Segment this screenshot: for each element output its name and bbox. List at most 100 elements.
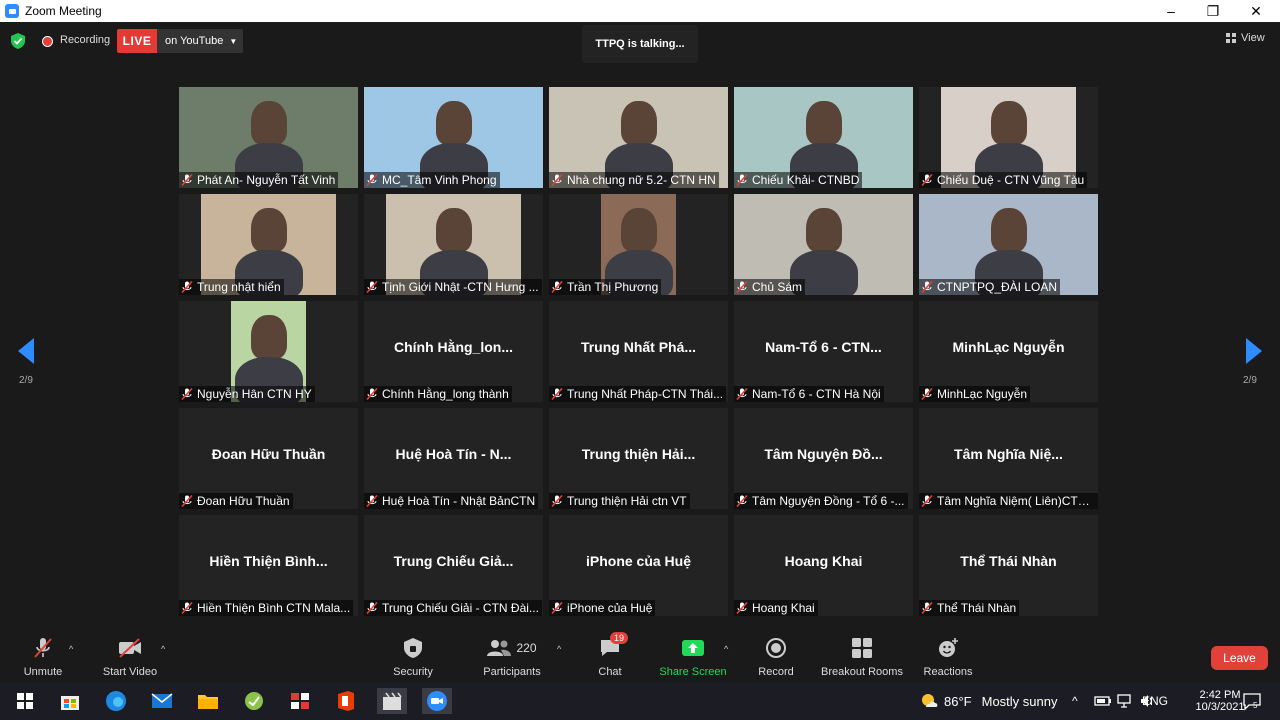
- media-app-icon[interactable]: [377, 688, 407, 714]
- sun-cloud-icon: [922, 694, 938, 707]
- participant-tile[interactable]: Trung nhật hiển: [179, 194, 358, 295]
- clock[interactable]: 2:42 PM 10/3/2021: [1196, 682, 1245, 720]
- participant-name-label: Trung Nhất Pháp-CTN Thái...: [549, 386, 727, 402]
- participant-tile[interactable]: Nguyễn Hân CTN HY: [179, 301, 358, 402]
- view-button[interactable]: View: [1226, 32, 1265, 44]
- participant-tile[interactable]: Trung Chiếu Giả... Trung Chiếu Giải - CTN…: [364, 515, 543, 616]
- participant-name: Nhà chung nữ 5.2- CTN HN: [567, 173, 716, 187]
- participants-icon: [487, 640, 512, 656]
- muted-mic-icon: [736, 388, 748, 400]
- participant-name: MinhLạc Nguyễn: [937, 387, 1028, 401]
- share-options-caret-icon[interactable]: ^: [724, 644, 728, 654]
- muted-mic-icon: [181, 495, 193, 507]
- participant-name: Nguyễn Hân CTN HY: [197, 387, 312, 401]
- participant-tile[interactable]: Nhà chung nữ 5.2- CTN HN: [549, 87, 728, 188]
- recording-label[interactable]: Recording: [60, 34, 110, 46]
- participant-tile[interactable]: Chiếu Duệ - CTN Vũng Tàu: [919, 87, 1098, 188]
- audio-options-caret-icon[interactable]: ^: [69, 644, 73, 654]
- participant-tile[interactable]: iPhone của Huệ iPhone của Huệ: [549, 515, 728, 616]
- participant-display-name: MinhLạc Nguyễn: [952, 339, 1065, 355]
- reactions-button[interactable]: Reactions: [920, 636, 976, 678]
- green-app-icon[interactable]: [241, 688, 267, 714]
- show-hidden-icons-chevron-icon[interactable]: ^: [1072, 682, 1078, 720]
- participant-tile[interactable]: CTNPTPQ_ĐÀI LOAN: [919, 194, 1098, 295]
- unmute-button[interactable]: Unmute: [18, 636, 68, 678]
- zoom-logo-icon: [5, 4, 19, 18]
- participants-button[interactable]: 220 Participants: [478, 636, 546, 678]
- participant-name: Huệ Hoà Tín - Nhật BảnCTN: [382, 494, 536, 508]
- participant-name: Chiếu Khải- CTNBD: [752, 173, 860, 187]
- security-label: Security: [393, 666, 433, 678]
- participant-tile[interactable]: Tâm Nguyện Đồ... Tâm Nguyện Đồng - Tổ 6 -…: [734, 408, 913, 509]
- participant-silhouette: [250, 315, 287, 359]
- participant-tile[interactable]: Đoan Hữu Thuần Đoan Hữu Thuần: [179, 408, 358, 509]
- muted-mic-icon: [921, 495, 933, 507]
- office-icon[interactable]: [333, 688, 359, 714]
- participant-name: Chính Hằng_long thành: [382, 387, 509, 401]
- participant-name: Thể Thái Nhàn: [937, 601, 1017, 615]
- title-bar: Zoom Meeting – ❐ ✕: [0, 0, 1280, 22]
- minimize-button[interactable]: –: [1150, 0, 1192, 22]
- maximize-button[interactable]: ❐: [1192, 0, 1234, 22]
- security-shield-icon[interactable]: [11, 33, 25, 49]
- previous-page-arrow-icon[interactable]: [18, 338, 34, 364]
- participant-tile[interactable]: MC_Tâm Vinh Phong: [364, 87, 543, 188]
- participant-silhouette: [435, 208, 472, 252]
- participant-tile[interactable]: Chủ Sám: [734, 194, 913, 295]
- weather-widget[interactable]: 86°F Mostly sunny: [920, 682, 1057, 720]
- participant-display-name: Hiền Thiện Bình...: [209, 553, 328, 569]
- participant-tile[interactable]: Huệ Hoà Tín - N... Huệ Hoà Tín - Nhật Bản…: [364, 408, 543, 509]
- breakout-rooms-icon: [852, 638, 872, 658]
- participant-name: Trung nhật hiển: [197, 280, 281, 294]
- chat-button[interactable]: 19 Chat: [590, 632, 630, 678]
- security-button[interactable]: Security: [388, 636, 438, 678]
- participant-name-label: Nam-Tổ 6 - CTN Hà Nội: [734, 386, 884, 402]
- participant-tile[interactable]: Chính Hằng_lon... Chính Hằng_long thành: [364, 301, 543, 402]
- participant-name: Chủ Sám: [752, 280, 803, 294]
- mail-icon[interactable]: [149, 688, 175, 714]
- participant-tile[interactable]: Hoang Khai Hoang Khai: [734, 515, 913, 616]
- language-indicator[interactable]: ENG: [1142, 682, 1168, 720]
- share-screen-button[interactable]: Share Screen: [658, 636, 728, 678]
- participant-tile[interactable]: Thể Thái Nhàn Thể Thái Nhàn: [919, 515, 1098, 616]
- participant-tile[interactable]: Phát An- Nguyễn Tất Vinh: [179, 87, 358, 188]
- chat-label: Chat: [598, 666, 622, 678]
- close-button[interactable]: ✕: [1235, 0, 1277, 22]
- participant-tile[interactable]: Tịnh Giới Nhật -CTN Hưng ...: [364, 194, 543, 295]
- breakout-rooms-button[interactable]: Breakout Rooms: [820, 636, 904, 678]
- participant-tile[interactable]: Trung thiện Hải... Trung thiện Hải ctn VT: [549, 408, 728, 509]
- photo-app-icon[interactable]: [287, 688, 313, 714]
- participant-display-name: Tâm Nguyện Đồ...: [764, 446, 883, 462]
- participant-tile[interactable]: Hiền Thiện Bình... Hiền Thiện Bình CTN Ma…: [179, 515, 358, 616]
- windows-start-icon[interactable]: [12, 688, 38, 714]
- page-indicator-right: 2/9: [1243, 375, 1257, 386]
- participant-name-label: Trung Chiếu Giải - CTN Đài...: [364, 600, 542, 616]
- file-explorer-icon[interactable]: [195, 688, 221, 714]
- store-icon[interactable]: [57, 688, 83, 714]
- record-button[interactable]: Record: [754, 636, 798, 678]
- participant-tile[interactable]: MinhLạc Nguyễn MinhLạc Nguyễn: [919, 301, 1098, 402]
- leave-button[interactable]: Leave: [1211, 646, 1268, 670]
- participant-tile[interactable]: Nam-Tổ 6 - CTN... Nam-Tổ 6 - CTN Hà Nội: [734, 301, 913, 402]
- muted-mic-icon: [366, 495, 378, 507]
- battery-icon[interactable]: [1094, 682, 1112, 720]
- shield-icon: [404, 638, 422, 658]
- notification-center-icon[interactable]: 5: [1242, 682, 1262, 720]
- zoom-taskbar-icon[interactable]: [422, 688, 452, 714]
- participant-tile[interactable]: Chiếu Khải- CTNBD: [734, 87, 913, 188]
- participant-tile[interactable]: Tâm Nghĩa Niệ... Tâm Nghĩa Niệm( Liên)CTN…: [919, 408, 1098, 509]
- next-page-arrow-icon[interactable]: [1246, 338, 1262, 364]
- muted-mic-icon: [921, 174, 933, 186]
- participants-options-caret-icon[interactable]: ^: [557, 644, 561, 654]
- participant-name-label: Trung thiện Hải ctn VT: [549, 493, 690, 509]
- participant-name-label: iPhone của Huệ: [549, 600, 656, 616]
- caret-down-icon: ▼: [229, 36, 238, 46]
- participant-tile[interactable]: Trần Thị Phương: [549, 194, 728, 295]
- start-video-button[interactable]: Start Video: [100, 636, 160, 678]
- video-options-caret-icon[interactable]: ^: [161, 644, 165, 654]
- livestream-dropdown[interactable]: on YouTube ▼: [157, 29, 243, 53]
- edge-browser-icon[interactable]: [103, 688, 129, 714]
- participant-tile[interactable]: Trung Nhất Phá... Trung Nhất Pháp-CTN Thá…: [549, 301, 728, 402]
- network-icon[interactable]: [1116, 682, 1134, 720]
- muted-mic-icon: [366, 174, 378, 186]
